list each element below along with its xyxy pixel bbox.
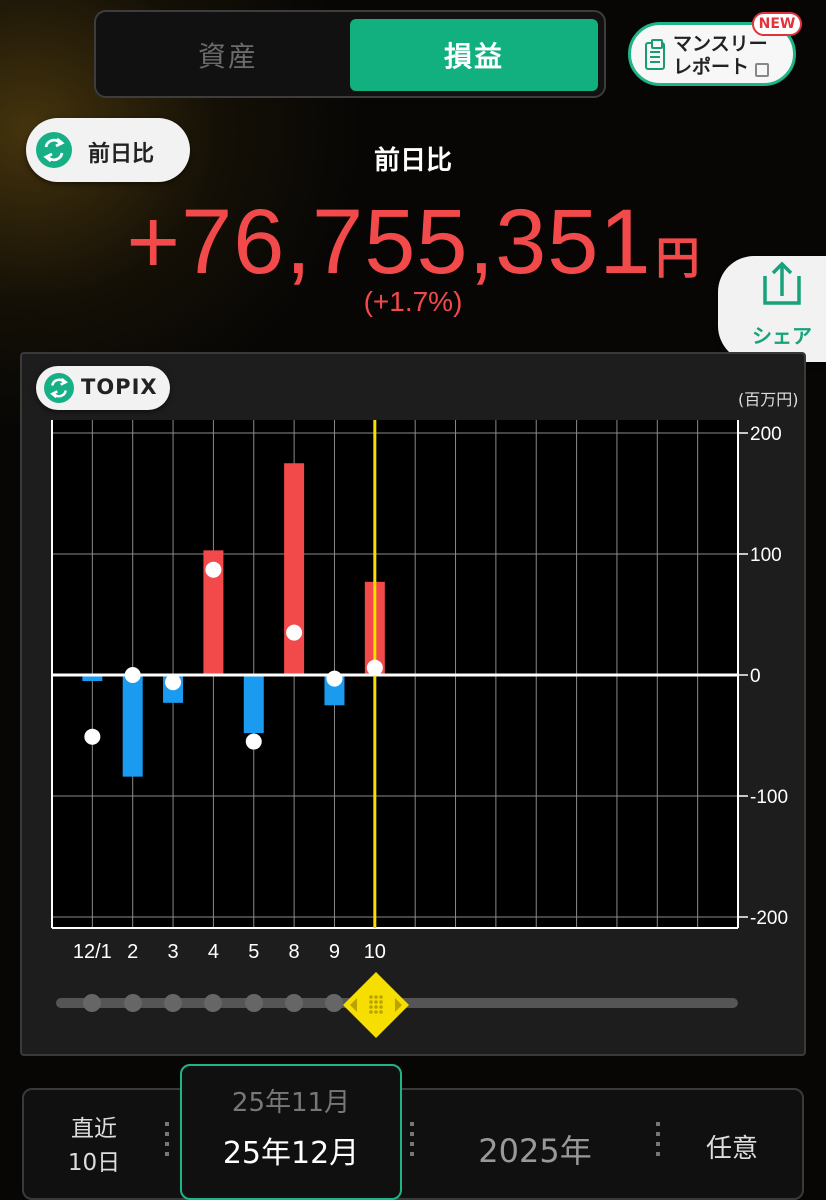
bar (284, 463, 305, 675)
benchmark-point (326, 670, 343, 687)
bar (243, 675, 264, 734)
y-tick-label: -100 (750, 787, 788, 808)
benchmark-point (286, 624, 303, 641)
drag-handle-icon (343, 972, 409, 1038)
slider-step-dot[interactable] (164, 994, 183, 1012)
x-tick-label: 10 (364, 941, 386, 963)
period-custom[interactable]: 任意 (680, 1128, 784, 1165)
bar (122, 675, 143, 777)
slider-step-dot[interactable] (123, 994, 142, 1012)
y-tick-label: 200 (750, 424, 782, 445)
pnl-chart[interactable]: 200 100 0 -100 -200 12/1 2 3 4 5 8 9 10 (0, 0, 826, 1200)
y-tick-label: 0 (750, 666, 761, 687)
period-current-month[interactable]: 25年12月 (182, 1128, 400, 1172)
divider (165, 1122, 169, 1162)
x-tick-label: 12/1 (73, 941, 112, 963)
x-tick-label: 2 (127, 941, 138, 963)
period-recent-line2: 10日 (67, 1150, 121, 1176)
period-prev-month[interactable]: 25年11月 (182, 1082, 400, 1119)
x-tick-label: 8 (289, 941, 300, 963)
benchmark-point (84, 728, 101, 745)
period-recent-line1: 直近 (71, 1116, 117, 1142)
x-tick-label: 9 (329, 941, 340, 963)
slider-step-dot[interactable] (285, 994, 304, 1012)
date-slider-thumb[interactable] (341, 970, 411, 1040)
divider (410, 1122, 414, 1162)
slider-step-dot[interactable] (244, 994, 263, 1012)
benchmark-point (165, 674, 182, 691)
period-year[interactable]: 2025年 (440, 1126, 630, 1172)
benchmark-point (245, 733, 262, 750)
divider (656, 1122, 660, 1162)
x-tick-label: 5 (248, 941, 259, 963)
x-tick-label: 3 (167, 941, 178, 963)
benchmark-point (366, 659, 383, 676)
y-tick-label: 100 (750, 545, 782, 566)
benchmark-point (124, 667, 141, 683)
period-recent-10d[interactable]: 直近 10日 (44, 1112, 144, 1180)
benchmark-point (205, 561, 222, 578)
x-tick-label: 4 (208, 941, 219, 963)
y-tick-label: -200 (750, 908, 788, 929)
